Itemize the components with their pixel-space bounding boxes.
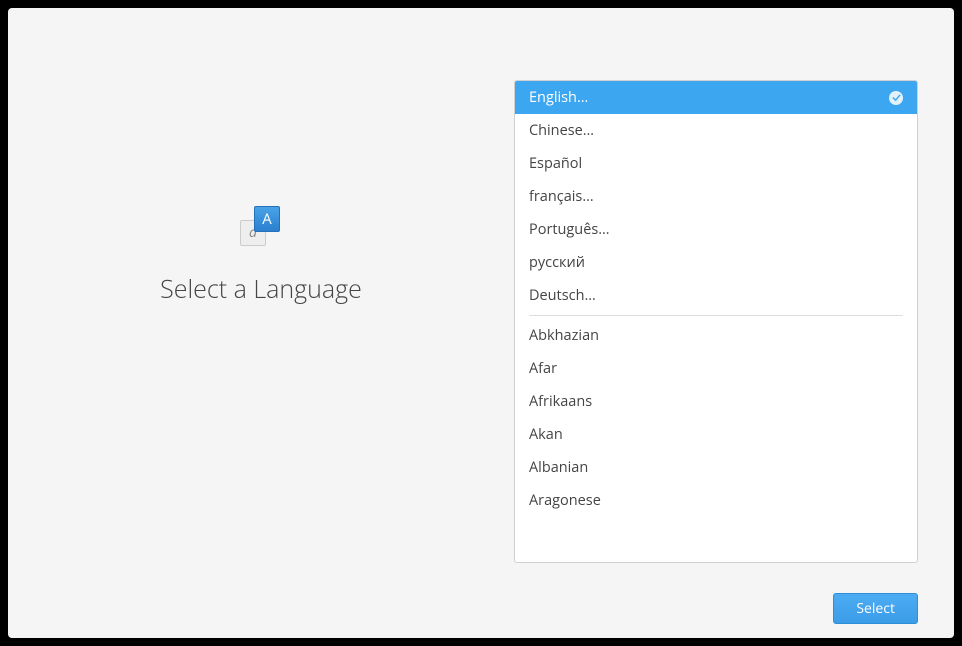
content-area: a A Select a Language English… Chinese… Es…: [8, 8, 954, 583]
language-label: Afrikaans: [529, 392, 592, 411]
language-label: Akan: [529, 425, 563, 444]
language-item[interactable]: English…: [515, 81, 917, 114]
language-label: Português…: [529, 220, 610, 239]
language-item[interactable]: Afrikaans: [515, 385, 917, 418]
language-item[interactable]: Chinese…: [515, 114, 917, 147]
language-label: français…: [529, 187, 594, 206]
language-item[interactable]: Akan: [515, 418, 917, 451]
language-icon-front: A: [254, 206, 280, 232]
language-item[interactable]: Deutsch…: [515, 279, 917, 312]
installer-window: a A Select a Language English… Chinese… Es…: [8, 8, 954, 638]
language-label: Aragonese: [529, 491, 601, 510]
language-item[interactable]: Español: [515, 147, 917, 180]
select-button[interactable]: Select: [833, 593, 918, 624]
language-item[interactable]: français…: [515, 180, 917, 213]
language-label: Albanian: [529, 458, 588, 477]
right-pane: English… Chinese… Español français… Portuguê…: [514, 8, 954, 583]
check-icon: [889, 91, 903, 105]
language-list[interactable]: English… Chinese… Español français… Portuguê…: [514, 80, 918, 563]
language-label: русский: [529, 253, 585, 272]
left-pane: a A Select a Language: [8, 8, 514, 583]
language-label: English…: [529, 88, 588, 107]
language-item[interactable]: Afar: [515, 352, 917, 385]
language-icon: a A: [240, 206, 282, 248]
language-label: Deutsch…: [529, 286, 596, 305]
language-item[interactable]: Português…: [515, 213, 917, 246]
language-item[interactable]: Abkhazian: [515, 319, 917, 352]
language-label: Chinese…: [529, 121, 594, 140]
page-title: Select a Language: [160, 272, 362, 306]
language-item[interactable]: русский: [515, 246, 917, 279]
language-item[interactable]: Albanian: [515, 451, 917, 484]
language-label: Afar: [529, 359, 557, 378]
language-item[interactable]: Aragonese: [515, 484, 917, 517]
footer: Select: [8, 583, 954, 638]
language-label: Español: [529, 154, 582, 173]
language-label: Abkhazian: [529, 326, 599, 345]
list-separator: [529, 315, 903, 316]
